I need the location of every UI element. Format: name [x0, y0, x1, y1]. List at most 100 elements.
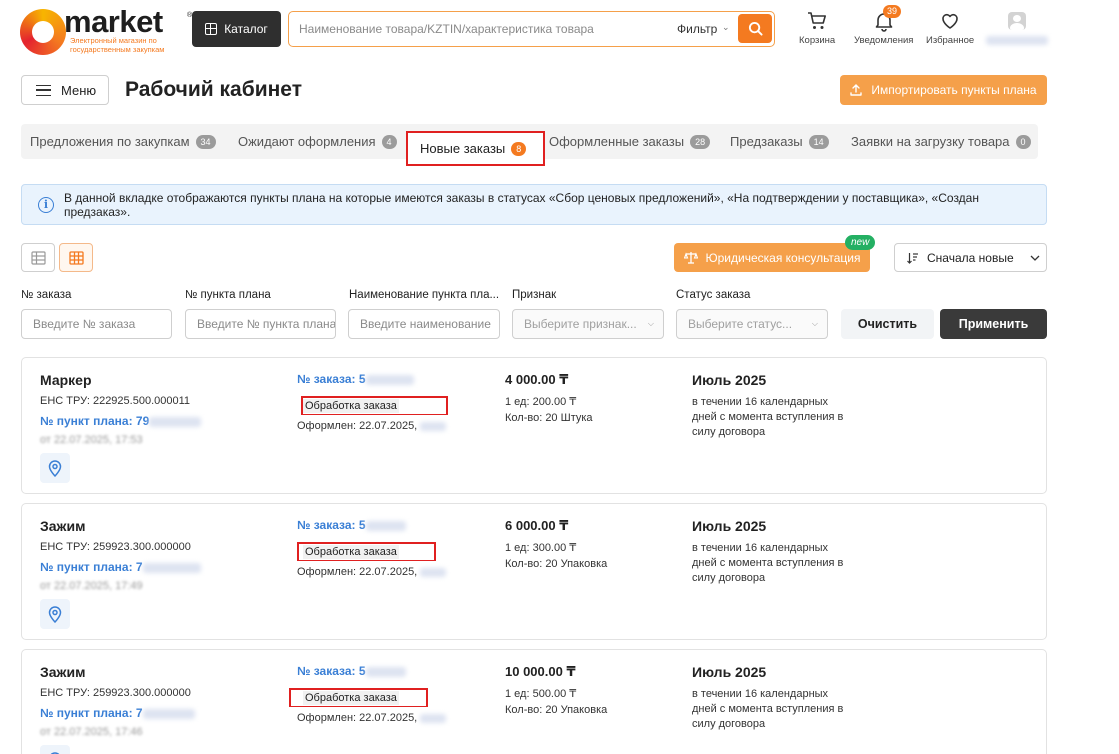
tab-label: Предложения по закупкам	[30, 134, 190, 149]
blurred-time	[420, 713, 447, 723]
info-icon: i	[38, 196, 54, 213]
notifications-label: Уведомления	[854, 35, 914, 46]
plan-name-label: Наименование пункта пла...	[349, 289, 499, 301]
plan-item-date: от 22.07.2025, 17:46	[40, 726, 143, 738]
catalog-label: Каталог	[224, 22, 268, 36]
unit-price: 1 ед: 300.00 ₸	[505, 542, 577, 554]
product-name: Маркер	[40, 372, 92, 388]
order-number-input[interactable]: Введите № заказа	[21, 309, 172, 339]
order-status-select-value: Выберите статус...	[688, 317, 793, 331]
order-number-link[interactable]: № заказа: 5	[297, 518, 406, 532]
menu-button[interactable]: Меню	[21, 75, 109, 105]
tabs-bar: Предложения по закупкам 34 Ожидают оформ…	[21, 124, 1038, 166]
tab-count-badge: 0	[1015, 134, 1031, 149]
blurred-plan-number	[142, 562, 201, 573]
blurred-order-number	[365, 666, 406, 677]
tab-count-badge: 4	[381, 134, 397, 149]
plan-name-input[interactable]: Введите наименование	[348, 309, 500, 339]
tab-count-badge: 14	[808, 134, 829, 149]
order-card[interactable]: Зажим ЕНС ТРУ: 259923.300.000000 № пункт…	[21, 649, 1047, 754]
cart-label: Корзина	[799, 35, 836, 46]
avatar-icon[interactable]	[1008, 12, 1026, 30]
market-logo[interactable]: market ® Электронный магазин по государс…	[20, 4, 192, 55]
delivery-term: в течении 16 календарных дней с момента …	[692, 396, 844, 438]
hamburger-icon	[36, 84, 51, 96]
notifications-count-badge: 39	[883, 5, 902, 18]
user-name-blurred[interactable]	[986, 36, 1048, 45]
filter-dropdown[interactable]: Фильтр	[677, 22, 717, 36]
tab-new-orders[interactable]: Новые заказы 8	[406, 131, 545, 166]
status-badge: Обработка заказа	[303, 545, 399, 559]
plan-item-link[interactable]: № пункт плана: 79	[40, 414, 202, 428]
search-button[interactable]	[738, 14, 772, 43]
apply-button[interactable]: Применить	[940, 309, 1047, 339]
tab-count-badge: 34	[195, 134, 216, 149]
chevron-down-icon: ⌵	[647, 319, 654, 328]
order-number-label: № заказа	[21, 289, 72, 301]
favorites-link[interactable]: Избранное	[926, 10, 974, 46]
logo-ring-icon	[20, 9, 66, 55]
order-status-select[interactable]: Выберите статус... ⌵	[676, 309, 828, 339]
delivery-month: Июль 2025	[692, 664, 767, 680]
tab-awaiting-registration[interactable]: Ожидают оформления 4	[238, 124, 397, 159]
tab-preorders[interactable]: Предзаказы 14	[730, 124, 829, 159]
product-name: Зажим	[40, 518, 86, 534]
order-card[interactable]: Маркер ЕНС ТРУ: 222925.500.000011 № пунк…	[21, 357, 1047, 494]
chevron-down-icon: ⌵	[811, 319, 818, 328]
delivery-month: Июль 2025	[692, 372, 767, 388]
info-text: В данной вкладке отображаются пункты пла…	[63, 190, 979, 219]
legal-consultation-button[interactable]: Юридическая консультация	[674, 243, 870, 272]
search-icon	[748, 21, 763, 36]
delivery-term: в течении 16 календарных дней с момента …	[692, 542, 844, 584]
enst-code: ЕНС ТРУ: 259923.300.000000	[40, 687, 191, 699]
formed-date: Оформлен: 22.07.2025,	[297, 420, 447, 432]
location-button[interactable]	[40, 599, 70, 629]
sign-select-value: Выберите признак...	[524, 317, 637, 331]
blurred-plan-number	[142, 708, 195, 719]
tab-count-badge: 8	[511, 141, 527, 156]
quantity: Кол-во: 20 Штука	[505, 412, 593, 424]
clear-button[interactable]: Очистить	[841, 309, 934, 339]
tab-purchase-offers[interactable]: Предложения по закупкам 34	[30, 124, 216, 159]
search-input[interactable]	[299, 20, 659, 38]
legal-consultation-label: Юридическая консультация	[705, 250, 861, 265]
plan-item-link[interactable]: № пункт плана: 7	[40, 560, 201, 574]
location-button[interactable]	[40, 745, 70, 754]
card-view-button[interactable]	[59, 243, 93, 272]
favorites-label: Избранное	[926, 35, 975, 46]
chevron-down-icon	[1030, 255, 1040, 261]
search-bar: Фильтр ⌄	[288, 11, 775, 47]
order-card[interactable]: Зажим ЕНС ТРУ: 259923.300.000000 № пункт…	[21, 503, 1047, 640]
page-title: Рабочий кабинет	[125, 78, 302, 101]
tab-product-upload-requests[interactable]: Заявки на загрузку товара 0	[851, 124, 1031, 159]
import-plan-items-button[interactable]: Импортировать пункты плана	[840, 75, 1047, 105]
order-number-prefix: № заказа: 5	[297, 518, 366, 532]
order-number-link[interactable]: № заказа: 5	[297, 664, 406, 678]
upload-icon	[850, 84, 863, 96]
tab-label: Новые заказы	[420, 141, 506, 156]
tab-label: Заявки на загрузку товара	[851, 134, 1010, 149]
tab-registered-orders[interactable]: Оформленные заказы 28	[549, 124, 711, 159]
heart-icon	[942, 13, 958, 29]
blurred-time	[420, 421, 447, 431]
order-number-link[interactable]: № заказа: 5	[297, 372, 414, 386]
plan-number-input[interactable]: Введите № пункта плана	[185, 309, 336, 339]
catalog-button[interactable]: Каталог	[192, 11, 281, 47]
notifications-link[interactable]: 39 Уведомления	[854, 5, 914, 46]
blurred-order-number	[365, 374, 414, 385]
cart-link[interactable]: Корзина	[799, 10, 835, 46]
status-badge: Обработка заказа	[303, 399, 399, 413]
blurred-plan-number	[149, 416, 202, 427]
table-view-button[interactable]	[21, 243, 55, 272]
tab-label: Оформленные заказы	[549, 134, 685, 149]
chevron-down-icon: ⌄	[722, 22, 730, 32]
table-view-icon	[30, 250, 46, 265]
cart-icon	[808, 12, 827, 29]
location-button[interactable]	[40, 453, 70, 483]
formed-date-text: Оформлен: 22.07.2025,	[297, 566, 418, 578]
sign-select[interactable]: Выберите признак... ⌵	[512, 309, 664, 339]
formed-date: Оформлен: 22.07.2025,	[297, 712, 447, 724]
plan-item-link[interactable]: № пункт плана: 7	[40, 706, 195, 720]
sort-dropdown[interactable]: Сначала новые	[894, 243, 1047, 272]
product-name: Зажим	[40, 664, 86, 680]
